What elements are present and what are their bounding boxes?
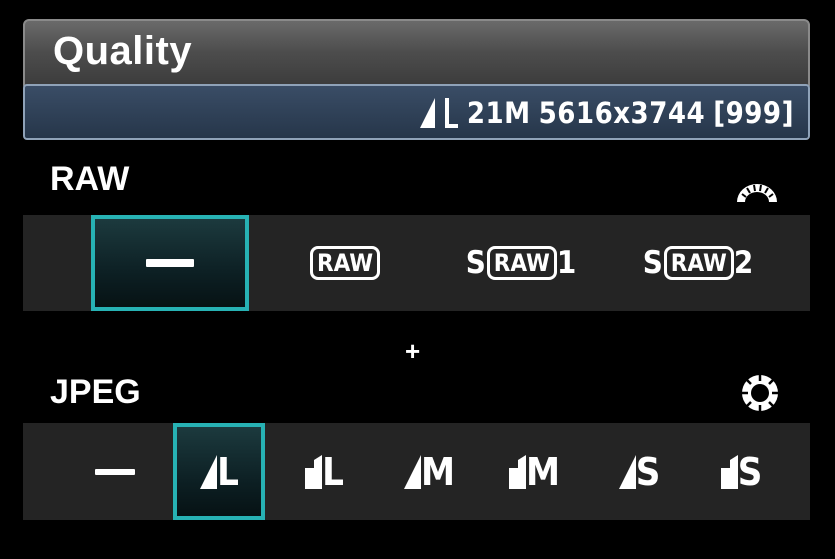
sraw1-suffix: 1: [556, 245, 577, 281]
raw-option-sraw2[interactable]: S RAW 2: [618, 215, 778, 311]
normal-quality-icon: [720, 454, 738, 489]
quick-control-dial-icon: [742, 375, 778, 411]
jpeg-section-label: JPEG: [50, 373, 141, 411]
size-letter: M: [525, 449, 561, 494]
raw-badge: RAW: [309, 246, 381, 280]
sraw2-badge: RAW: [663, 246, 734, 280]
size-letter: M: [420, 449, 456, 494]
size-letter: S: [737, 449, 763, 494]
size-letter: S: [635, 449, 661, 494]
fine-quality-icon: [200, 454, 218, 489]
shots-remaining: [999]: [713, 96, 794, 130]
jpeg-option-small-normal[interactable]: S: [695, 423, 787, 520]
raw-option-raw[interactable]: RAW: [285, 215, 405, 311]
none-dash-icon: [146, 259, 194, 267]
raw-option-sraw1[interactable]: S RAW 1: [441, 215, 601, 311]
current-quality-info-bar: 21M 5616x3744 [999]: [23, 84, 810, 140]
current-quality-readout: 21M 5616x3744 [999]: [419, 96, 794, 130]
sraw2-suffix: 2: [733, 245, 754, 281]
menu-title-bar: Quality: [23, 19, 810, 91]
plus-sign: +: [405, 336, 421, 366]
large-size-icon: [444, 98, 458, 128]
raw-options-strip: RAW S RAW 1 S RAW 2: [23, 215, 810, 311]
sraw1-badge: RAW: [486, 246, 557, 280]
jpeg-option-small-fine[interactable]: S: [593, 423, 685, 520]
sraw1-prefix: S: [465, 245, 486, 281]
sraw2-prefix: S: [642, 245, 663, 281]
fine-quality-icon: [618, 454, 636, 489]
jpeg-option-medium-fine[interactable]: M: [383, 423, 475, 520]
image-size-megapixels: 21M: [466, 96, 531, 130]
jpeg-option-large-fine[interactable]: L: [173, 423, 265, 520]
jpeg-options-strip: L L M M S S: [23, 423, 810, 520]
fine-quality-icon: [419, 98, 435, 128]
normal-quality-icon: [508, 454, 526, 489]
none-dash-icon: [95, 468, 135, 475]
main-dial-icon: [737, 184, 777, 202]
raw-section-label: RAW: [50, 160, 130, 198]
jpeg-option-none[interactable]: [69, 423, 161, 520]
normal-quality-icon: [305, 454, 323, 489]
size-letter: L: [217, 449, 239, 494]
jpeg-option-large-normal[interactable]: L: [278, 423, 370, 520]
fine-quality-icon: [403, 454, 421, 489]
jpeg-option-medium-normal[interactable]: M: [488, 423, 580, 520]
size-letter: L: [322, 449, 344, 494]
raw-option-none[interactable]: [91, 215, 249, 311]
menu-title: Quality: [53, 29, 193, 73]
image-resolution: 5616x3744: [538, 96, 706, 130]
